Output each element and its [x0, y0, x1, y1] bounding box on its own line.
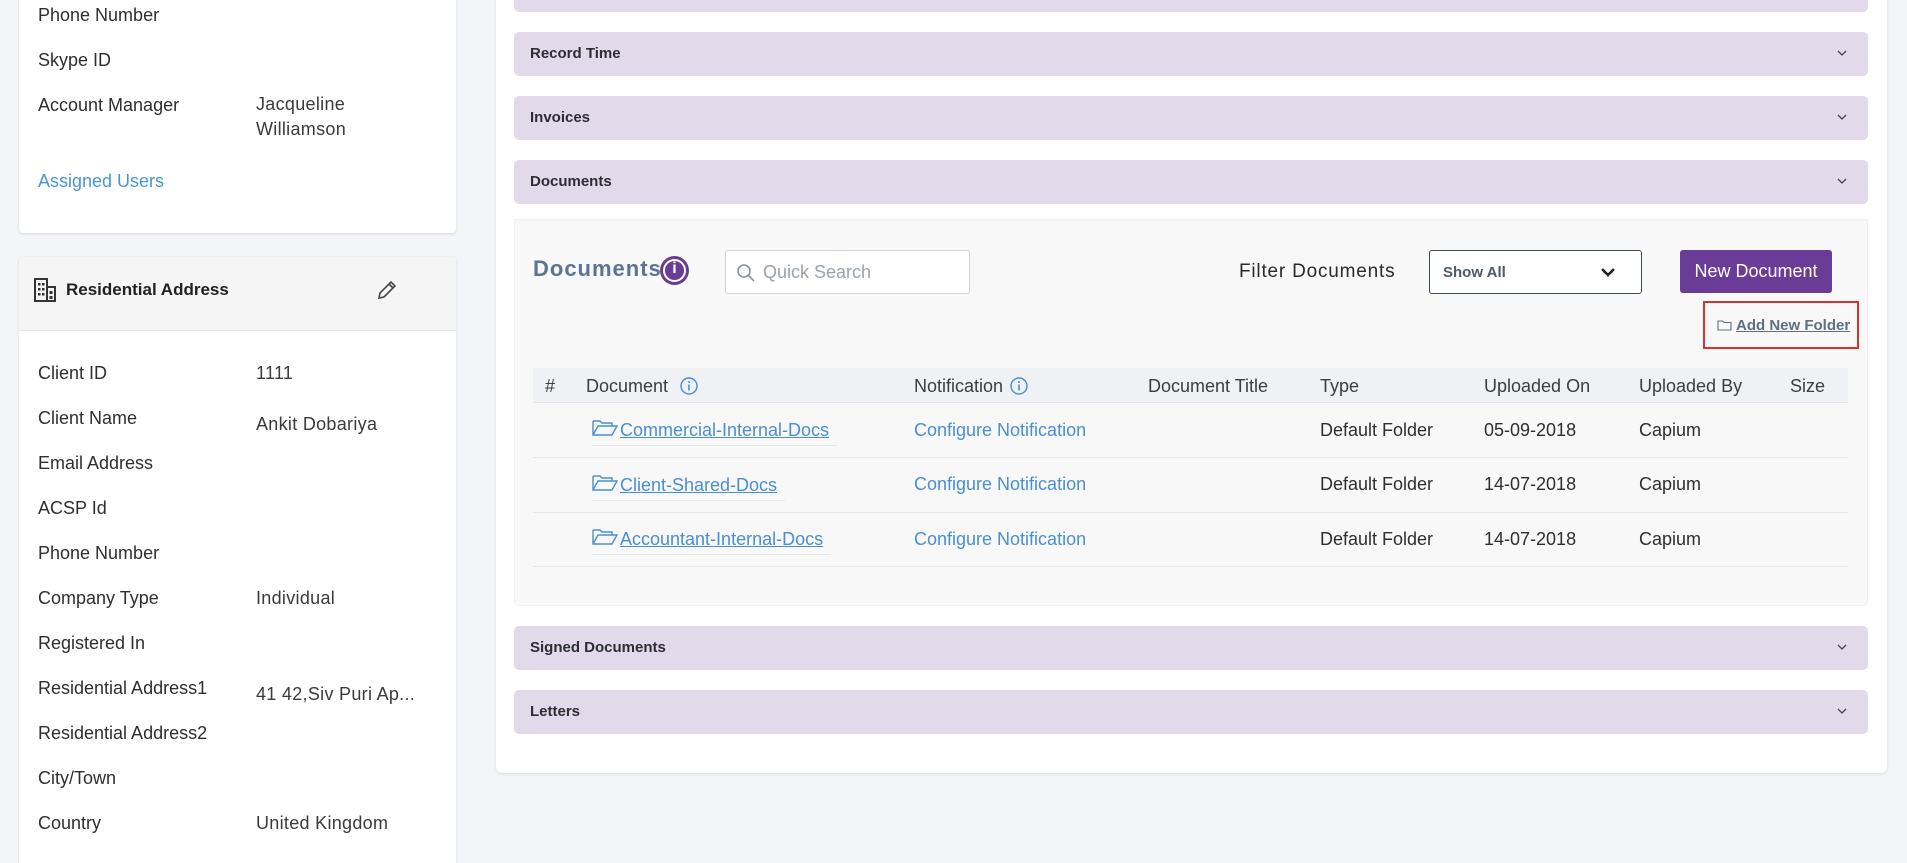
uploaded-by-cell: Capium [1639, 420, 1702, 440]
phone-number-label: Phone Number [38, 5, 160, 25]
configure-notification-link[interactable]: Configure Notification [914, 474, 1086, 495]
col-uploaded-by: Uploaded By [1639, 376, 1743, 396]
company-type-label: Company Type [38, 588, 159, 608]
accordion-documents-title: Documents [530, 173, 612, 190]
add-new-folder-highlight: Add New Folder [1703, 301, 1859, 349]
documents-table-header: # Document Notification Document Title T… [533, 368, 1848, 403]
type-cell: Default Folder [1320, 420, 1434, 440]
chevron-down-icon [1837, 644, 1847, 650]
chevron-down-icon [1837, 114, 1847, 120]
documents-info-icon[interactable]: i [660, 256, 689, 285]
accordion-collapsed-top[interactable] [514, 0, 1868, 12]
row-divider [533, 457, 1848, 458]
type-cell: Default Folder [1320, 474, 1434, 494]
type-cell: Default Folder [1320, 529, 1434, 549]
acsp-id-label: ACSP Id [38, 498, 107, 518]
accordion-invoices-title: Invoices [530, 109, 591, 126]
residential-address-title: Residential Address [66, 280, 229, 299]
configure-notification-link[interactable]: Configure Notification [914, 529, 1086, 550]
residential-address1-label: Residential Address1 [38, 678, 208, 698]
chevron-down-icon [1837, 178, 1847, 184]
col-notification: Notification [914, 376, 1004, 396]
row-divider [533, 512, 1848, 513]
documents-heading: Documents [533, 256, 662, 281]
col-uploaded-on: Uploaded On [1484, 376, 1591, 396]
folder-open-icon [592, 529, 619, 545]
pencil-icon[interactable] [375, 278, 399, 302]
res-phone-number-label: Phone Number [38, 543, 160, 563]
company-type-value: Individual [256, 588, 336, 608]
registered-in-label: Registered In [38, 633, 146, 653]
accordion-signed-documents[interactable]: Signed Documents [514, 626, 1868, 670]
row-divider [533, 566, 1848, 567]
chevron-down-icon [1601, 268, 1615, 277]
country-label: Country [38, 813, 102, 833]
residential-address-card: Residential Address Client ID 1111 Clien… [19, 257, 456, 863]
client-name-label: Client Name [38, 408, 138, 428]
new-document-button[interactable]: New Document [1680, 250, 1832, 293]
info-circle-icon[interactable] [1009, 376, 1029, 396]
filter-documents-label: Filter Documents [1239, 261, 1396, 282]
assigned-users-link[interactable]: Assigned Users [38, 171, 164, 192]
folder-open-icon [592, 475, 619, 491]
uploaded-on-cell: 14-07-2018 [1484, 474, 1577, 494]
chevron-down-icon [1837, 708, 1847, 714]
accordion-signed-documents-title: Signed Documents [530, 639, 666, 656]
uploaded-on-cell: 05-09-2018 [1484, 420, 1577, 440]
accordion-letters[interactable]: Letters [514, 690, 1868, 734]
quick-search-box [725, 250, 970, 294]
uploaded-by-cell: Capium [1639, 474, 1702, 494]
info-circle-icon[interactable] [679, 376, 699, 396]
col-type: Type [1320, 376, 1360, 396]
country-value: United Kingdom [256, 813, 389, 833]
accordion-letters-title: Letters [530, 703, 581, 720]
folder-icon [1717, 320, 1732, 331]
account-manager-value: Jacqueline Williamson [256, 94, 347, 139]
client-name-value: Ankit Dobariya [256, 414, 378, 434]
accordion-documents[interactable]: Documents [514, 160, 1868, 204]
document-folder-link[interactable]: Client-Shared-Docs [592, 473, 786, 501]
profile-card: Phone Number Skype ID Account Manager Ja… [19, 0, 456, 233]
col-number: # [545, 376, 556, 396]
search-icon [737, 264, 755, 282]
filter-documents-select[interactable]: Show All [1429, 250, 1642, 294]
building-icon [34, 278, 56, 302]
uploaded-by-cell: Capium [1639, 529, 1702, 549]
document-folder-link[interactable]: Commercial-Internal-Docs [592, 418, 838, 446]
col-document: Document [586, 376, 669, 396]
client-id-value: 1111 [256, 363, 294, 383]
residential-address1-value: 41 42,Siv Puri Ap... [256, 684, 416, 704]
document-folder-link[interactable]: Accountant-Internal-Docs [592, 527, 832, 555]
accordion-invoices[interactable]: Invoices [514, 96, 1868, 140]
residential-address-header: Residential Address [19, 257, 456, 331]
uploaded-on-cell: 14-07-2018 [1484, 529, 1577, 549]
client-id-label: Client ID [38, 363, 108, 383]
add-new-folder-link[interactable]: Add New Folder [1736, 317, 1850, 334]
filter-selected-value: Show All [1443, 264, 1506, 281]
col-size: Size [1790, 376, 1826, 396]
folder-open-icon [592, 420, 619, 436]
residential-address2-label: Residential Address2 [38, 723, 208, 743]
city-town-label: City/Town [38, 768, 117, 788]
configure-notification-link[interactable]: Configure Notification [914, 420, 1086, 441]
accordion-record-time[interactable]: Record Time [514, 32, 1868, 76]
account-manager-label: Account Manager [38, 95, 180, 115]
chevron-down-icon [1837, 50, 1847, 56]
accordion-record-time-title: Record Time [530, 45, 621, 62]
skype-id-label: Skype ID [38, 50, 112, 70]
quick-search-input[interactable] [763, 261, 958, 283]
col-document-title: Document Title [1148, 376, 1269, 396]
email-address-label: Email Address [38, 453, 154, 473]
